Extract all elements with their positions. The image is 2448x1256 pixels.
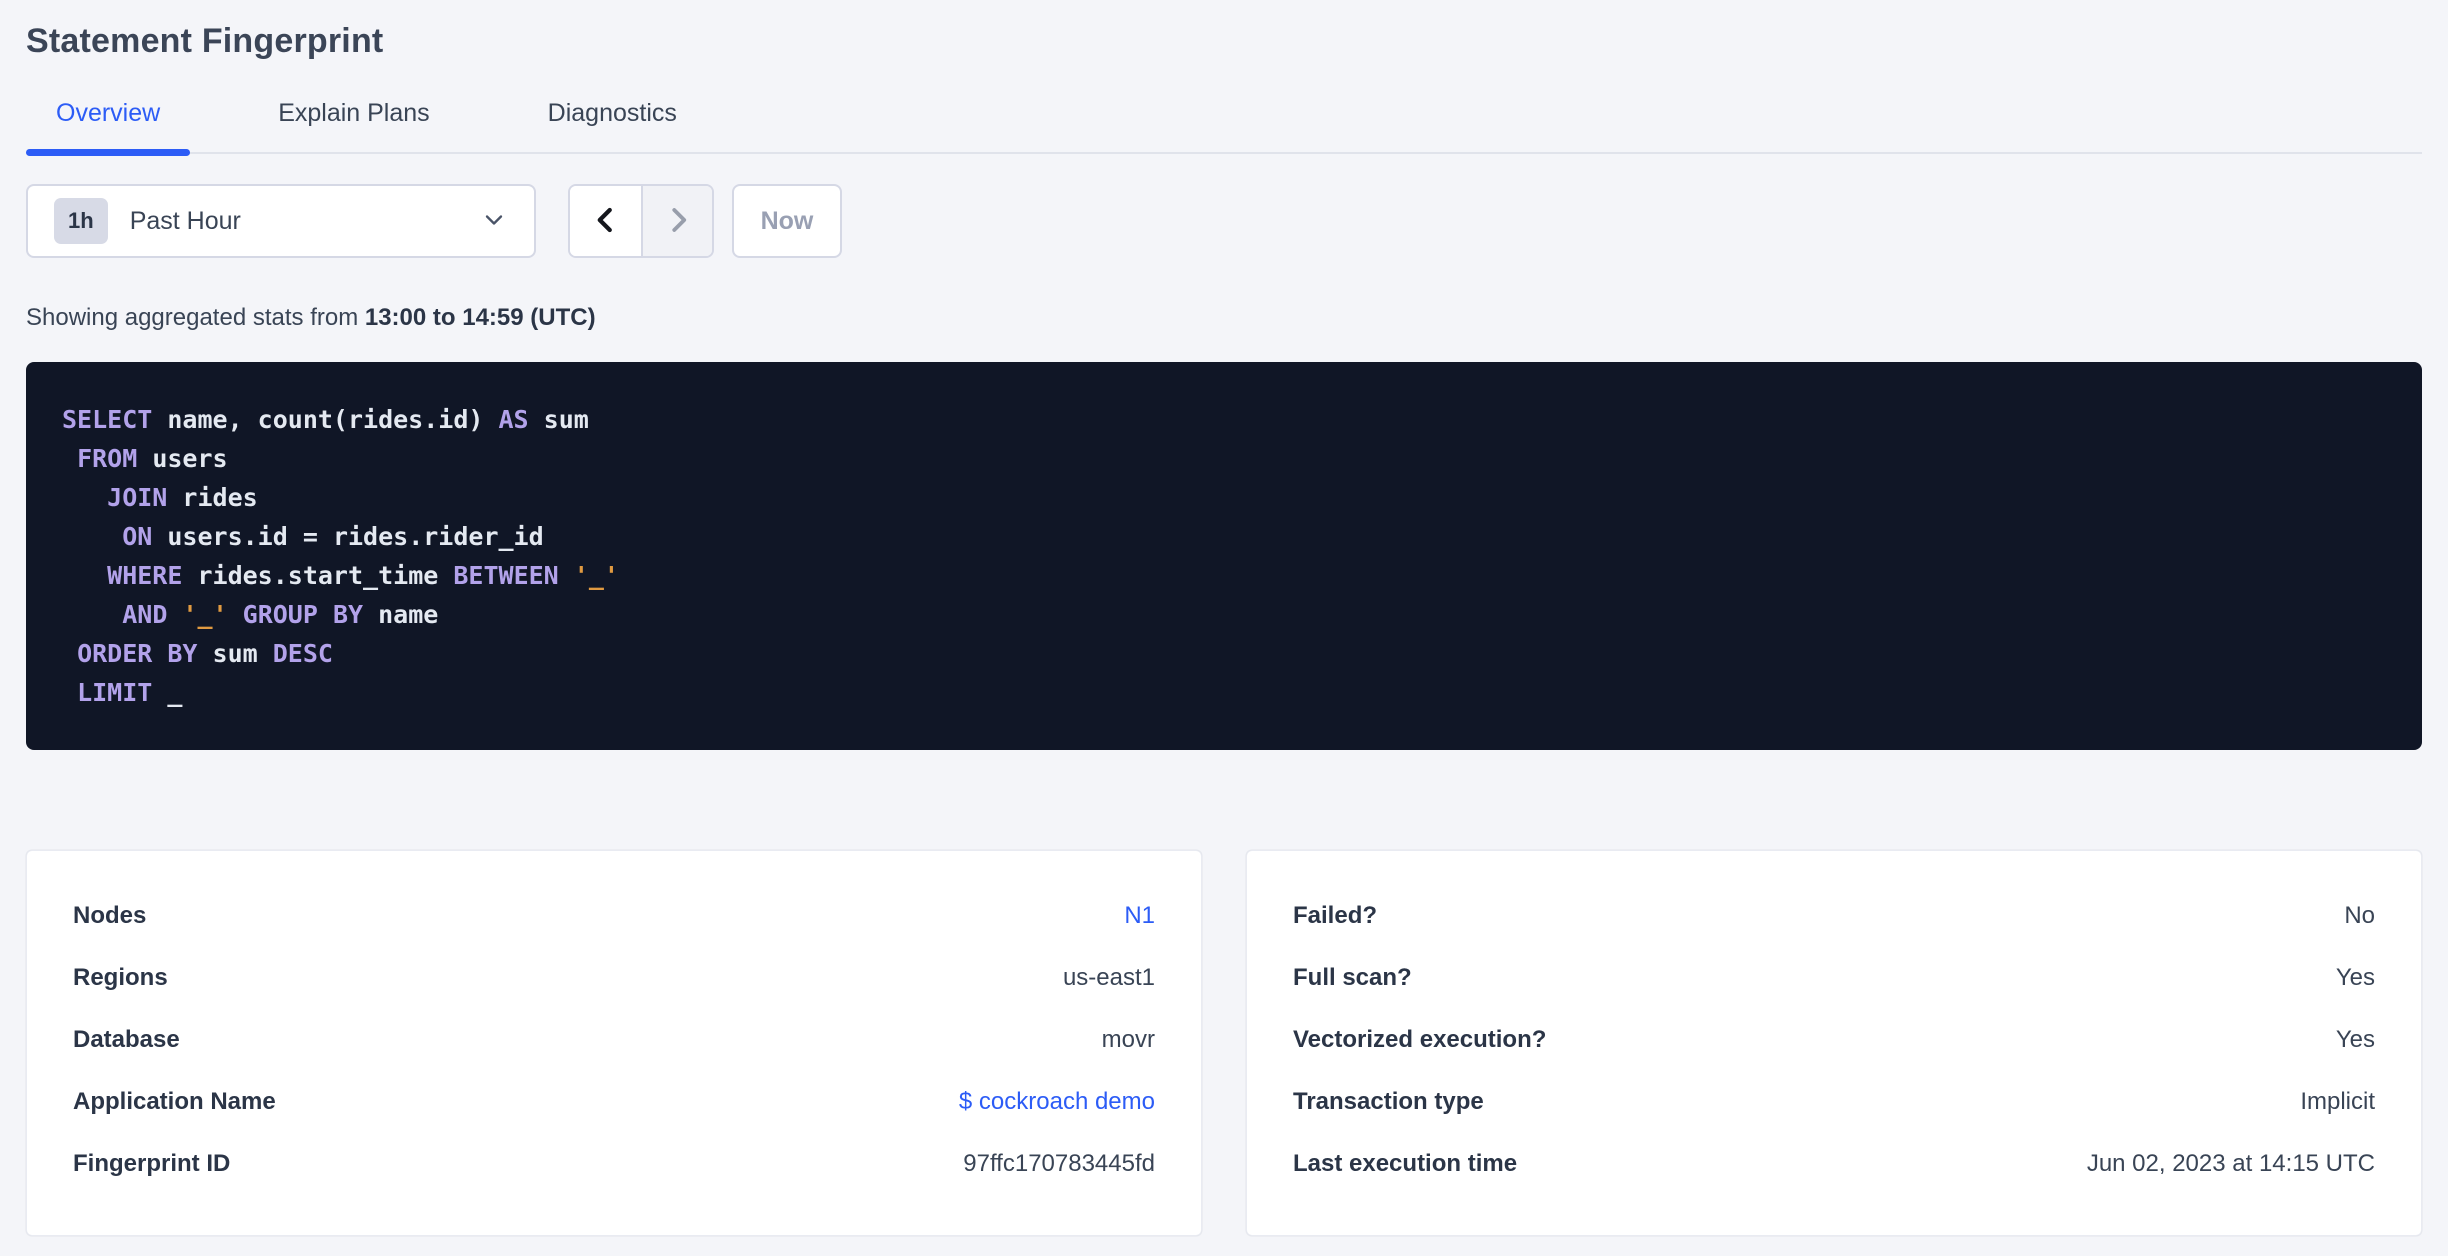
detail-label: Transaction type	[1293, 1088, 1484, 1115]
time-range-selected-label: Past Hour	[129, 206, 241, 235]
detail-label: Database	[73, 1026, 180, 1053]
aggregated-stats-range: 13:00 to 14:59 (UTC)	[364, 304, 596, 331]
detail-row: Last execution time Jun 02, 2023 at 14:15…	[1293, 1133, 2375, 1195]
detail-value: No	[2344, 902, 2375, 929]
detail-value: 97ffc170783445fd	[963, 1150, 1155, 1177]
chevron-down-icon	[480, 206, 508, 237]
detail-label: Application Name	[73, 1088, 276, 1115]
detail-value: us-east1	[1062, 964, 1155, 991]
next-time-button[interactable]	[641, 186, 712, 256]
execution-attributes-card: Failed? No Full scan? Yes Vectorized executi…	[1246, 850, 2422, 1236]
detail-label: Vectorized execution?	[1293, 1026, 1547, 1053]
detail-label: Fingerprint ID	[73, 1150, 231, 1177]
detail-row: Vectorized execution? Yes	[1293, 1009, 2375, 1071]
sql-code-line: ON users.id = rides.rider_id	[122, 522, 544, 551]
chevron-right-icon	[663, 205, 693, 238]
sql-code-line: SELECT name, count(rides.id) AS sum	[62, 405, 589, 434]
detail-value: Yes	[2335, 964, 2375, 991]
detail-label: Full scan?	[1293, 964, 1412, 991]
detail-row: Application Name $ cockroach demo	[73, 1071, 1155, 1133]
tab-overview[interactable]: Overview	[26, 99, 191, 156]
detail-row: Full scan? Yes	[1293, 947, 2375, 1009]
chevron-left-icon	[591, 205, 621, 238]
detail-label: Last execution time	[1293, 1150, 1518, 1177]
detail-row: Database movr	[73, 1009, 1155, 1071]
time-range-dropdown[interactable]: 1h Past Hour	[26, 184, 536, 258]
time-controls: 1h Past Hour Now	[26, 184, 2422, 258]
detail-row: Transaction type Implicit	[1293, 1071, 2375, 1133]
detail-row: Nodes N1	[73, 885, 1155, 947]
tab-bar: Overview Explain Plans Diagnostics	[26, 99, 2422, 156]
statement-details-card: Nodes N1 Regions us-east1 Database movr Applic…	[26, 850, 1202, 1236]
sql-code-line: JOIN rides	[107, 483, 258, 512]
tab-diagnostics[interactable]: Diagnostics	[518, 99, 707, 152]
sql-statement-code: SELECT name, count(rides.id) AS sum FROM…	[62, 400, 2386, 712]
detail-row: Regions us-east1	[73, 947, 1155, 1009]
sql-statement-box: SELECT name, count(rides.id) AS sum FROM…	[26, 362, 2422, 750]
time-range-badge: 1h	[54, 198, 108, 244]
sql-code-line: AND '_' GROUP BY name	[122, 600, 439, 629]
detail-value: Jun 02, 2023 at 14:15 UTC	[2086, 1150, 2375, 1177]
now-button[interactable]: Now	[732, 184, 842, 258]
detail-row: Failed? No	[1293, 885, 2375, 947]
detail-row: Fingerprint ID 97ffc170783445fd	[73, 1133, 1155, 1195]
aggregated-stats-text: Showing aggregated stats from 13:00 to 1…	[26, 304, 2422, 332]
sql-code-line: WHERE rides.start_time BETWEEN '_'	[107, 561, 619, 590]
prev-time-button[interactable]	[570, 186, 641, 256]
detail-value: movr	[1101, 1026, 1155, 1053]
detail-label: Failed?	[1293, 902, 1378, 929]
detail-label: Regions	[73, 964, 168, 991]
summary-cards: Nodes N1 Regions us-east1 Database movr Applic…	[26, 850, 2422, 1236]
page-title: Statement Fingerprint	[26, 22, 384, 60]
detail-value: Yes	[2335, 1026, 2375, 1053]
detail-value-link[interactable]: N1	[1124, 902, 1155, 930]
sql-code-line: ORDER BY sum DESC	[77, 639, 333, 668]
detail-value-link[interactable]: $ cockroach demo	[959, 1088, 1155, 1116]
sql-code-line: FROM users	[77, 444, 228, 473]
statement-fingerprint-page: Statement Fingerprint Overview Explain P…	[0, 0, 2448, 1236]
time-step-buttons	[568, 184, 714, 258]
detail-label: Nodes	[73, 902, 147, 929]
aggregated-stats-prefix: Showing aggregated stats from	[26, 304, 365, 331]
detail-value: Implicit	[2300, 1088, 2375, 1115]
sql-code-line: LIMIT _	[77, 678, 183, 707]
tab-explain-plans[interactable]: Explain Plans	[248, 99, 459, 152]
